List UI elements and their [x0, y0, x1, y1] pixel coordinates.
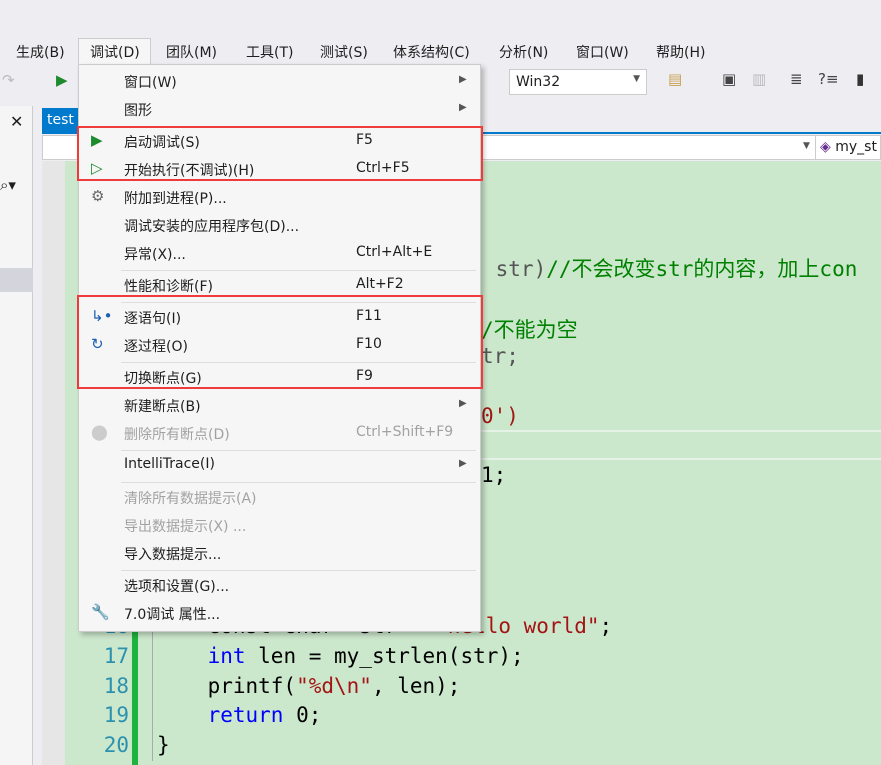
chevron-down-icon: ▼ — [633, 74, 640, 84]
separator — [121, 570, 476, 571]
code-line-20: } — [157, 733, 170, 757]
menu-item-intellitrace[interactable]: IntelliTrace(I) ▶ — [79, 452, 480, 480]
line-number: 17 — [103, 644, 129, 668]
menu-build[interactable]: 生成(B) — [16, 42, 65, 62]
line-number: 20 — [103, 733, 129, 757]
bookmark-icon[interactable]: ▮ — [856, 70, 864, 88]
menu-item-export-data-tips: 导出数据提示(X) ... — [124, 519, 247, 535]
menu-window[interactable]: 窗口(W) — [576, 42, 629, 62]
uncomment-icon[interactable]: ?≡ — [818, 70, 839, 88]
menu-debug[interactable]: 调试(D) — [78, 38, 151, 66]
separator — [121, 482, 476, 483]
start-icon[interactable]: ▶ — [56, 71, 68, 89]
menu-item-graphics[interactable]: 图形 ▶ — [79, 96, 480, 124]
tab-test[interactable]: test — [42, 108, 82, 134]
submenu-arrow-icon: ▶ — [459, 102, 467, 113]
submenu-arrow-icon: ▶ — [459, 74, 467, 85]
separator — [121, 450, 476, 451]
side-panel: ✕ ⌕▾ — [0, 106, 33, 765]
indicator-margin — [42, 161, 65, 765]
comment-icon[interactable]: ≣ — [790, 70, 803, 88]
menu-item-import-data-tips[interactable]: 导入数据提示... — [79, 540, 480, 568]
menu-tools[interactable]: 工具(T) — [246, 42, 293, 62]
menu-item-clear-data-tips: 清除所有数据提示(A) — [124, 491, 257, 507]
highlight-box — [77, 126, 483, 181]
code-fragment: str)//不会改变str的内容，加上con — [483, 257, 858, 281]
gears-icon: ⚙ — [91, 187, 105, 205]
code-line-18: printf("%d\n", len); — [157, 674, 461, 698]
function-separator — [481, 430, 881, 432]
menu-bar: 生成(B) 调试(D) 团队(M) 工具(T) 测试(S) 体系结构(C) 分析… — [0, 38, 881, 66]
find-icon[interactable]: ▤ — [668, 70, 682, 88]
outline-icon[interactable]: ▥ — [752, 70, 766, 88]
menu-item-attach-to-process[interactable]: ⚙ 附加到进程(P)... — [79, 184, 480, 212]
code-line-19: return 0; — [207, 703, 322, 727]
menu-item-debug-properties[interactable]: 🔧 7.0调试 属性... — [79, 600, 480, 628]
platform-dropdown[interactable]: Win32 ▼ — [509, 69, 647, 95]
submenu-arrow-icon: ▶ — [459, 398, 467, 409]
menu-analyze[interactable]: 分析(N) — [499, 42, 548, 62]
code-fragment: 0') — [481, 404, 519, 428]
member-value: my_st — [835, 139, 877, 155]
code-line-17: int len = my_strlen(str); — [207, 644, 524, 668]
wrench-icon: 🔧 — [91, 603, 110, 621]
line-number: 19 — [103, 703, 129, 727]
submenu-arrow-icon: ▶ — [459, 458, 467, 469]
selected-item[interactable] — [0, 268, 33, 292]
delete-breakpoints-icon: ⬤ — [91, 423, 108, 441]
code-fragment: tr; — [481, 344, 519, 368]
redo-icon[interactable]: ↷ — [2, 71, 15, 89]
code-fragment: 1; — [481, 463, 507, 487]
menu-team[interactable]: 团队(M) — [166, 42, 217, 62]
menu-item-debug-installed-package[interactable]: 调试安装的应用程序包(D)... — [79, 212, 480, 240]
search-icon[interactable]: ⌕▾ — [0, 176, 16, 194]
menu-item-window[interactable]: 窗口(W) ▶ — [79, 68, 480, 96]
menu-help[interactable]: 帮助(H) — [656, 42, 705, 62]
member-dropdown[interactable]: ◈ my_st — [815, 136, 881, 159]
separator — [121, 270, 476, 271]
line-number: 18 — [103, 674, 129, 698]
highlight-box — [77, 295, 483, 389]
code-fragment: /不能为空 — [481, 318, 578, 342]
function-separator — [481, 458, 881, 460]
menu-test[interactable]: 测试(S) — [320, 42, 368, 62]
menu-item-exceptions[interactable]: 异常(X)... Ctrl+Alt+E — [79, 240, 480, 268]
menu-item-delete-all-breakpoints: ⬤ 删除所有断点(D) Ctrl+Shift+F9 — [91, 423, 454, 443]
menu-architecture[interactable]: 体系结构(C) — [393, 42, 470, 62]
chevron-down-icon[interactable]: ▼ — [803, 141, 810, 151]
platform-value: Win32 — [516, 74, 561, 90]
menu-item-new-breakpoint[interactable]: 新建断点(B) ▶ — [79, 392, 480, 420]
function-icon: ◈ — [820, 139, 831, 155]
bookmark-nav-icon[interactable]: ▣ — [722, 70, 736, 88]
close-icon[interactable]: ✕ — [10, 112, 23, 131]
menu-item-options[interactable]: 选项和设置(G)... — [79, 572, 480, 600]
